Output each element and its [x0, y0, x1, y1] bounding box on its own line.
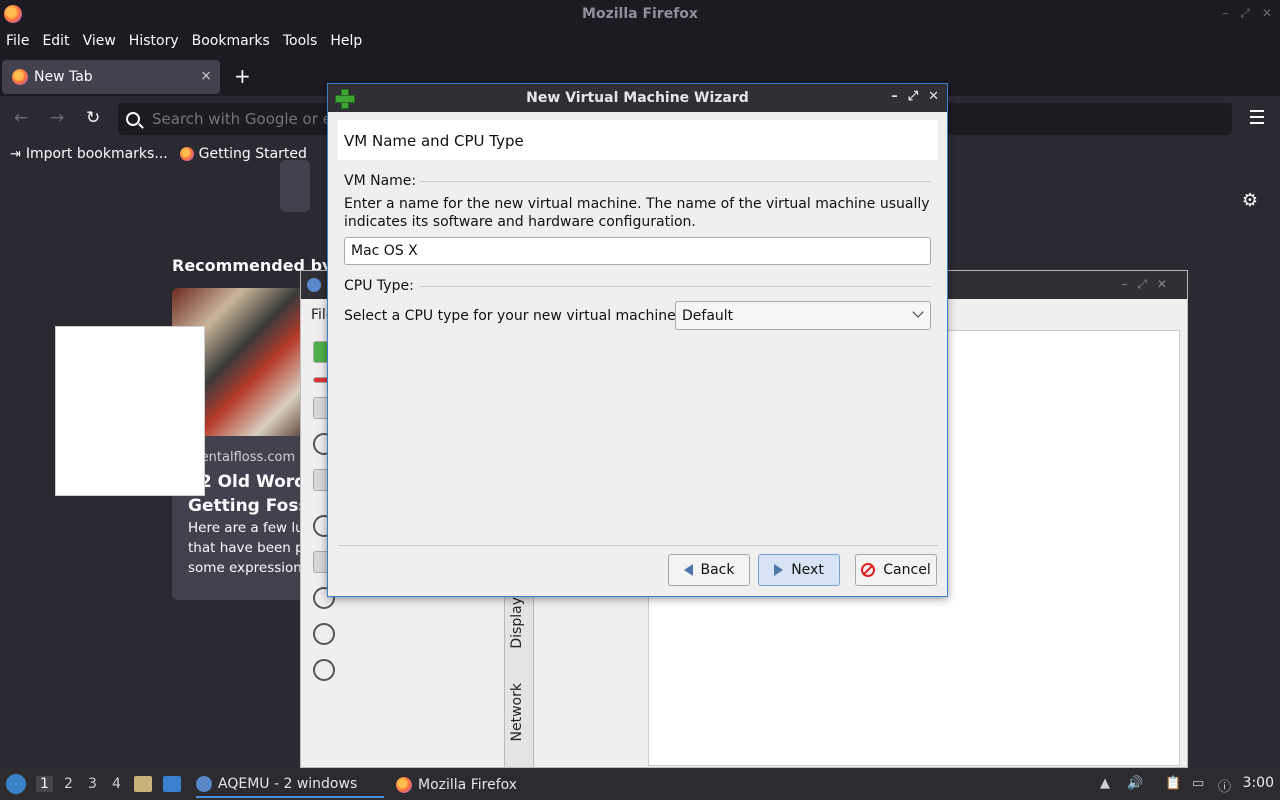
firefox-titlebar: Mozilla Firefox – ⤢ ✕	[0, 0, 1280, 28]
display-icon[interactable]: ▭	[1192, 776, 1204, 791]
vm-name-description: Enter a name for the new virtual machine…	[344, 196, 930, 230]
bookmark-import[interactable]: ⇥ Import bookmarks...	[10, 146, 168, 162]
window-controls: – ⤢ ✕	[1222, 6, 1272, 21]
firefox-favicon-icon	[179, 147, 194, 161]
stop-icon[interactable]	[313, 623, 335, 645]
notification-icon[interactable]: ⓘ	[1218, 776, 1231, 795]
next-button[interactable]: Next	[758, 554, 840, 586]
tab-close-icon[interactable]: ×	[200, 68, 212, 84]
cpu-type-value: Default	[682, 308, 734, 324]
reload-icon[interactable]: ↻	[86, 108, 100, 128]
menu-tools[interactable]: Tools	[283, 33, 318, 49]
cpu-type-group-label: CPU Type:	[344, 278, 414, 294]
wizard-window-controls: – ⤢ ✕	[891, 89, 939, 104]
aqemu-window-controls[interactable]: –⤢✕	[1121, 277, 1177, 292]
clock: 3:00	[1242, 775, 1274, 791]
tray-upload-icon[interactable]: ▲	[1100, 776, 1110, 791]
start-menu-icon[interactable]	[6, 774, 26, 794]
task-firefox[interactable]: Mozilla Firefox	[396, 772, 517, 798]
task-aqemu[interactable]: AQEMU - 2 windows	[196, 772, 384, 798]
tab-label: New Tab	[34, 69, 93, 85]
clipboard-icon[interactable]: 📋	[1165, 776, 1181, 791]
vm-name-input[interactable]	[344, 237, 931, 265]
task-label: AQEMU - 2 windows	[218, 776, 358, 792]
import-icon: ⇥	[10, 146, 21, 162]
wizard-titlebar: New Virtual Machine Wizard – ⤢ ✕	[328, 84, 947, 112]
add-icon	[335, 89, 355, 109]
next-button-label: Next	[791, 562, 824, 578]
menu-file[interactable]: File	[6, 33, 29, 49]
cpu-type-select[interactable]: Default	[675, 301, 931, 330]
minimize-icon[interactable]: –	[1222, 6, 1228, 21]
arrow-left-icon	[683, 564, 693, 576]
page-search-box[interactable]	[280, 160, 310, 212]
aqemu-logo-icon	[307, 278, 321, 292]
close-icon[interactable]: ✕	[1262, 6, 1272, 21]
cancel-icon	[861, 563, 876, 577]
aqemu-logo-icon	[196, 776, 212, 792]
workspace-4[interactable]: 4	[112, 776, 121, 792]
story-description: Here are a few lucky words that have bee…	[188, 520, 312, 576]
wizard-page-heading: VM Name and CPU Type	[338, 120, 938, 160]
new-tab-button[interactable]: +	[234, 64, 251, 88]
chevron-down-icon	[912, 306, 924, 318]
firefox-favicon-icon	[12, 69, 28, 85]
task-label: Mozilla Firefox	[418, 777, 518, 793]
taskbar: 1 2 3 4 AQEMU - 2 windows Mozilla Firefo…	[0, 768, 1280, 800]
workspace-2[interactable]: 2	[64, 776, 73, 792]
settings-gear-icon[interactable]: ⚙	[1242, 190, 1258, 211]
reset-icon[interactable]	[313, 659, 335, 681]
back-button[interactable]: Back	[668, 554, 750, 586]
group-divider	[420, 181, 931, 182]
firefox-menubar: File Edit View History Bookmarks Tools H…	[0, 28, 1280, 54]
workspace-3[interactable]: 3	[88, 776, 97, 792]
desktop-icon[interactable]	[163, 776, 181, 792]
new-vm-wizard-dialog: New Virtual Machine Wizard – ⤢ ✕ VM Name…	[327, 83, 948, 597]
workspace-1[interactable]: 1	[36, 776, 53, 792]
maximize-icon[interactable]: ⤢	[908, 89, 918, 104]
forward-arrow-icon[interactable]: →	[50, 108, 64, 128]
group-divider	[420, 286, 931, 287]
app-menu-icon[interactable]	[1250, 110, 1264, 128]
volume-icon[interactable]: 🔊	[1127, 776, 1143, 791]
arrow-right-icon	[774, 564, 784, 576]
menu-history[interactable]: History	[129, 33, 179, 49]
menu-bookmarks[interactable]: Bookmarks	[192, 33, 270, 49]
button-separator	[338, 545, 938, 546]
close-icon[interactable]: ✕	[928, 89, 939, 104]
bookmark-label: Import bookmarks...	[25, 146, 168, 162]
search-icon	[126, 112, 140, 126]
wizard-title: New Virtual Machine Wizard	[526, 90, 749, 106]
aqemu-vm-list[interactable]	[55, 326, 205, 496]
tab-display[interactable]: Display	[509, 597, 525, 649]
back-button-label: Back	[700, 562, 735, 578]
story-title: 12 Old Words Worth Getting Fossilized	[188, 472, 312, 516]
firefox-logo-icon	[396, 777, 412, 793]
minimize-icon[interactable]: –	[891, 89, 898, 104]
firefox-logo-icon	[4, 5, 22, 23]
cpu-type-prompt: Select a CPU type for your new virtual m…	[344, 308, 681, 324]
menu-edit[interactable]: Edit	[42, 33, 69, 49]
cancel-button[interactable]: Cancel	[855, 554, 937, 586]
menu-help[interactable]: Help	[330, 33, 362, 49]
aqemu-vertical-tabs: Display Network	[504, 590, 534, 768]
back-arrow-icon[interactable]: ←	[14, 108, 28, 128]
tab-new-tab[interactable]: New Tab ×	[2, 60, 220, 94]
menu-view[interactable]: View	[83, 33, 116, 49]
tab-network[interactable]: Network	[509, 683, 525, 741]
story-source: mentalfloss.com · 5 min	[188, 450, 312, 465]
file-manager-icon[interactable]	[134, 776, 152, 792]
cancel-button-label: Cancel	[883, 562, 931, 578]
window-title: Mozilla Firefox	[582, 6, 698, 22]
vm-name-group-label: VM Name:	[344, 173, 417, 189]
maximize-icon[interactable]: ⤢	[1240, 6, 1250, 21]
